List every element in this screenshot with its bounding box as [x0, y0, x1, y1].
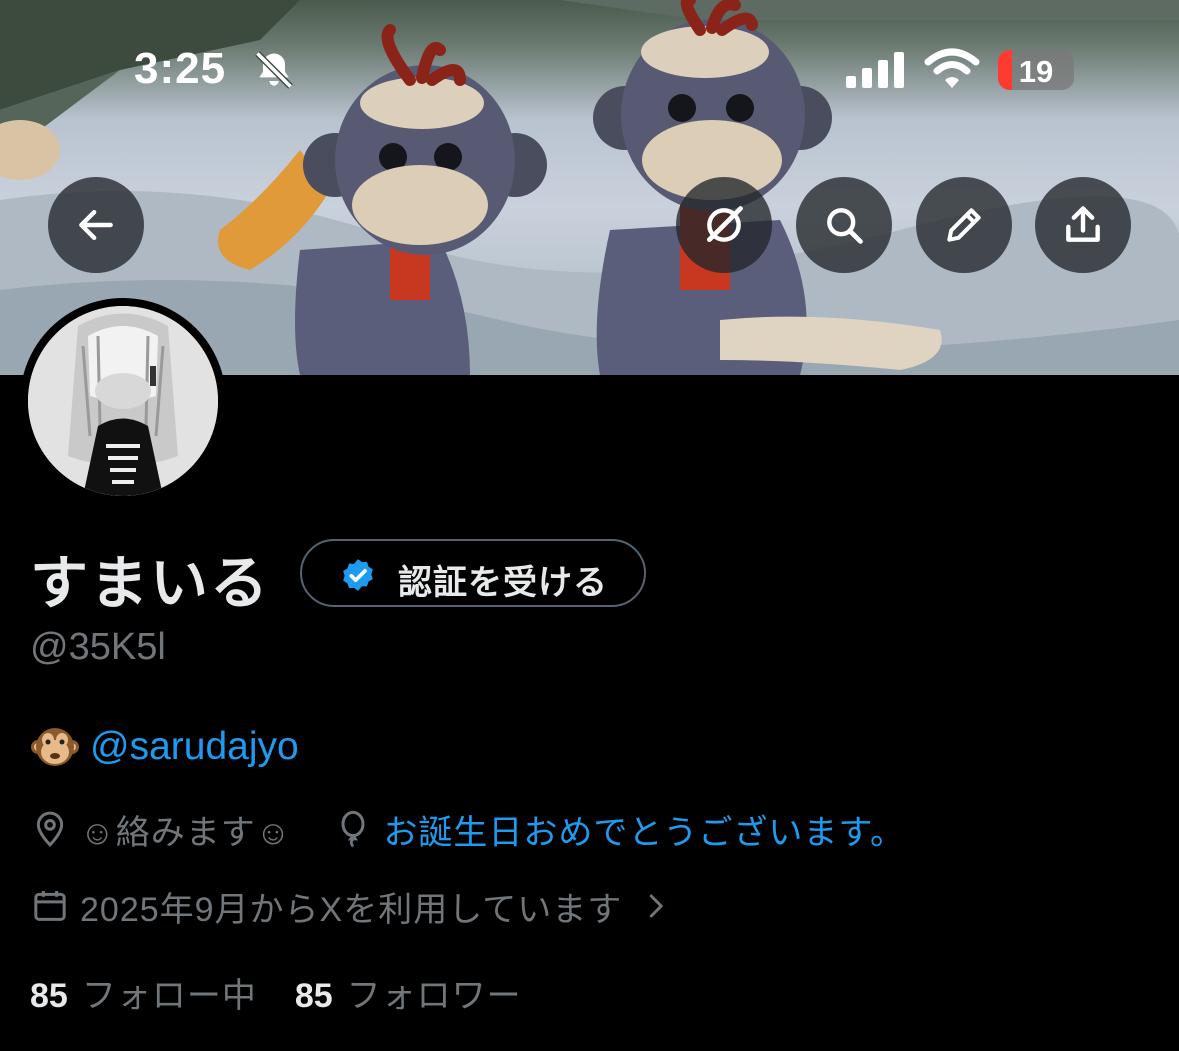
arrow-left-icon: [79, 209, 113, 241]
status-time: 3:25: [134, 44, 227, 93]
avatar[interactable]: [20, 298, 226, 504]
bio: @sarudajyo: [30, 724, 299, 770]
bio-mention-link[interactable]: @sarudajyo: [90, 725, 299, 769]
share-button[interactable]: [1035, 177, 1131, 273]
display-name: すまいる: [30, 551, 271, 616]
get-verified-button[interactable]: 認証を受ける: [300, 539, 646, 607]
location-text: ☺絡みます☺: [80, 813, 292, 852]
search-button[interactable]: [796, 177, 892, 273]
share-icon: [1066, 206, 1100, 242]
cellular-signal-icon: [846, 52, 904, 88]
wifi-icon: [924, 48, 980, 88]
verified-badge-icon: [343, 559, 373, 591]
pencil-icon: [947, 208, 981, 242]
chevron-right-icon: [649, 894, 663, 918]
joined-date-text: 2025年9月からXを利用しています: [80, 890, 623, 929]
followers-count[interactable]: 85: [295, 977, 333, 1016]
search-icon: [827, 208, 863, 244]
location-pin-icon: [36, 811, 64, 847]
edit-button[interactable]: [916, 177, 1012, 273]
followers-label[interactable]: フォロワー: [347, 968, 522, 1017]
following-label[interactable]: フォロー中: [82, 968, 257, 1017]
following-count[interactable]: 85: [30, 977, 68, 1016]
follow-stats: 85 フォロー中 85 フォロワー: [30, 968, 560, 1017]
joined-date-row[interactable]: 2025年9月からXを利用しています: [30, 884, 680, 929]
profile-meta-location-birthday: ☺絡みます☺ お誕生日おめでとうございます。: [30, 805, 905, 854]
grok-button[interactable]: [676, 177, 772, 273]
monkey-face-icon: [31, 728, 79, 766]
balloon-icon: [341, 810, 365, 848]
birthday-link[interactable]: お誕生日おめでとうございます。: [383, 805, 905, 854]
get-verified-label: 認証を受ける: [398, 564, 608, 602]
avatar-image: [28, 306, 218, 496]
user-handle: @35K5l: [30, 626, 166, 668]
battery-icon: 19: [998, 50, 1074, 90]
bell-slash-icon: [255, 51, 293, 89]
grok-icon: [706, 206, 743, 243]
battery-level: 19: [1018, 54, 1054, 89]
back-button[interactable]: [48, 177, 144, 273]
calendar-icon: [34, 891, 66, 921]
